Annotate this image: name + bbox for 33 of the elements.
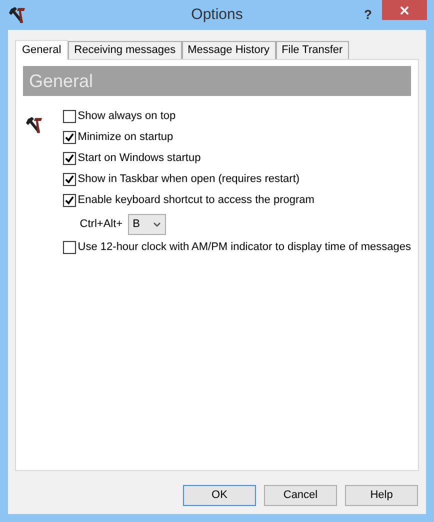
window-title: Options — [191, 4, 243, 25]
checkbox-label: Use 12-hour clock with AM/PM indicator to display time of messages — [78, 240, 411, 256]
chevron-down-icon — [152, 222, 161, 226]
checkbox-label: Start on Windows startup — [78, 151, 201, 166]
checkbox[interactable] — [62, 173, 76, 186]
checkbox-label: Enable keyboard shortcut to access the program — [78, 193, 314, 208]
tab[interactable]: Receiving messages — [68, 41, 182, 59]
help-button[interactable]: ? — [354, 5, 382, 25]
dialog-button[interactable]: Help — [345, 485, 418, 506]
dialog-button[interactable]: OK — [183, 485, 256, 506]
check-icon — [64, 133, 74, 142]
check-icon — [64, 175, 74, 184]
checkbox[interactable] — [62, 110, 76, 123]
tools-icon — [25, 115, 45, 135]
tools-icon — [8, 5, 28, 25]
tab[interactable]: General — [15, 40, 68, 60]
tab[interactable]: File Transfer — [276, 41, 349, 59]
checkbox[interactable] — [62, 194, 76, 207]
key-dropdown[interactable]: B — [128, 214, 166, 234]
tab[interactable]: Message History — [182, 41, 276, 59]
shortcut-label: Ctrl+Alt+ — [80, 216, 123, 232]
checkbox[interactable] — [62, 131, 76, 144]
checkbox-label: Show always on top — [78, 109, 176, 124]
checkbox-label: Show in Taskbar when open (requires restart) — [78, 172, 300, 188]
checkbox-label: Minimize on startup — [78, 130, 174, 146]
checkbox[interactable] — [62, 152, 76, 165]
close-button[interactable] — [382, 0, 427, 20]
dialog-button[interactable]: Cancel — [264, 485, 337, 506]
close-icon — [400, 6, 409, 14]
check-icon — [64, 154, 74, 163]
section-title: General — [29, 70, 94, 92]
check-icon — [64, 196, 74, 205]
checkbox[interactable] — [62, 241, 76, 254]
